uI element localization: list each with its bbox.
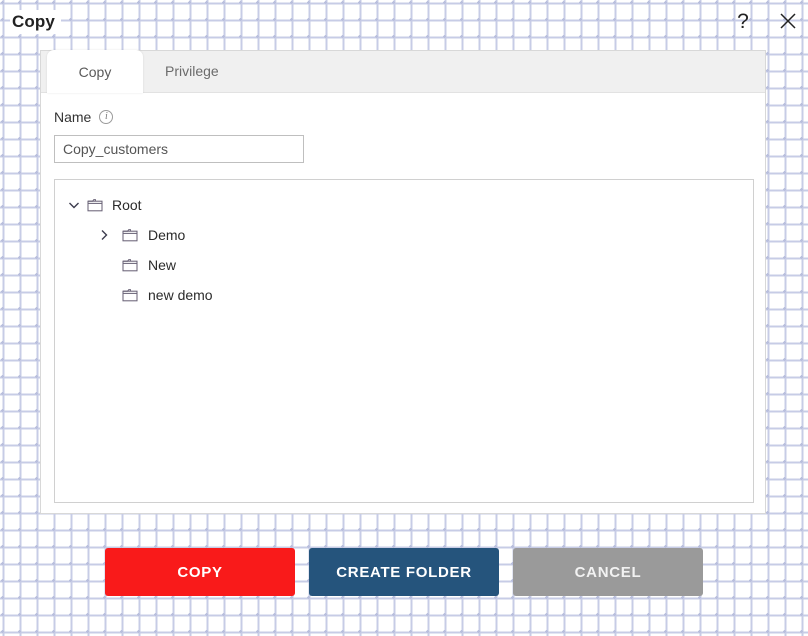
- tree-node-new-demo[interactable]: new demo: [55, 280, 753, 310]
- tree-node-root[interactable]: Root: [55, 190, 753, 220]
- tab-privilege[interactable]: Privilege: [143, 50, 241, 92]
- page-title: Copy: [10, 10, 61, 34]
- dialog-panel: Copy Privilege Name i Copy_customers Roo…: [40, 50, 766, 514]
- dialog-header: Copy ?: [0, 0, 808, 50]
- folder-icon: [86, 197, 103, 214]
- folder-tree-box[interactable]: Root Demo New new demo: [54, 179, 754, 503]
- folder-icon: [121, 227, 138, 244]
- info-icon[interactable]: i: [99, 110, 114, 124]
- panel-body: Name i Root: [41, 93, 765, 503]
- chevron-down-icon[interactable]: [65, 196, 83, 214]
- question-mark-icon[interactable]: ?: [729, 7, 757, 35]
- chevron-right-icon[interactable]: [95, 226, 113, 244]
- cancel-button[interactable]: CANCEL: [513, 548, 703, 596]
- folder-icon: [121, 287, 138, 304]
- close-icon[interactable]: [774, 7, 802, 35]
- tab-copy-label: Copy: [78, 63, 112, 80]
- copy-button[interactable]: COPY: [105, 548, 295, 596]
- name-input[interactable]: [54, 135, 304, 163]
- tree-node-label: Root: [112, 197, 142, 213]
- tree-node-label: new demo: [148, 287, 213, 303]
- tab-privilege-label: Privilege: [165, 63, 219, 79]
- tree-node-label: Demo: [148, 227, 186, 243]
- tab-copy[interactable]: Copy: [47, 50, 143, 93]
- name-field-row: Name i: [54, 107, 752, 127]
- folder-icon: [121, 257, 138, 274]
- create-folder-button[interactable]: CREATE FOLDER: [309, 548, 499, 596]
- tree-node-demo[interactable]: Demo: [55, 220, 753, 250]
- name-label: Name: [54, 109, 92, 125]
- tab-bar: Copy Privilege: [41, 50, 765, 93]
- tree-node-label: New: [148, 257, 177, 273]
- tree-node-new[interactable]: New: [55, 250, 753, 280]
- dialog-button-row: COPY CREATE FOLDER CANCEL: [0, 548, 808, 596]
